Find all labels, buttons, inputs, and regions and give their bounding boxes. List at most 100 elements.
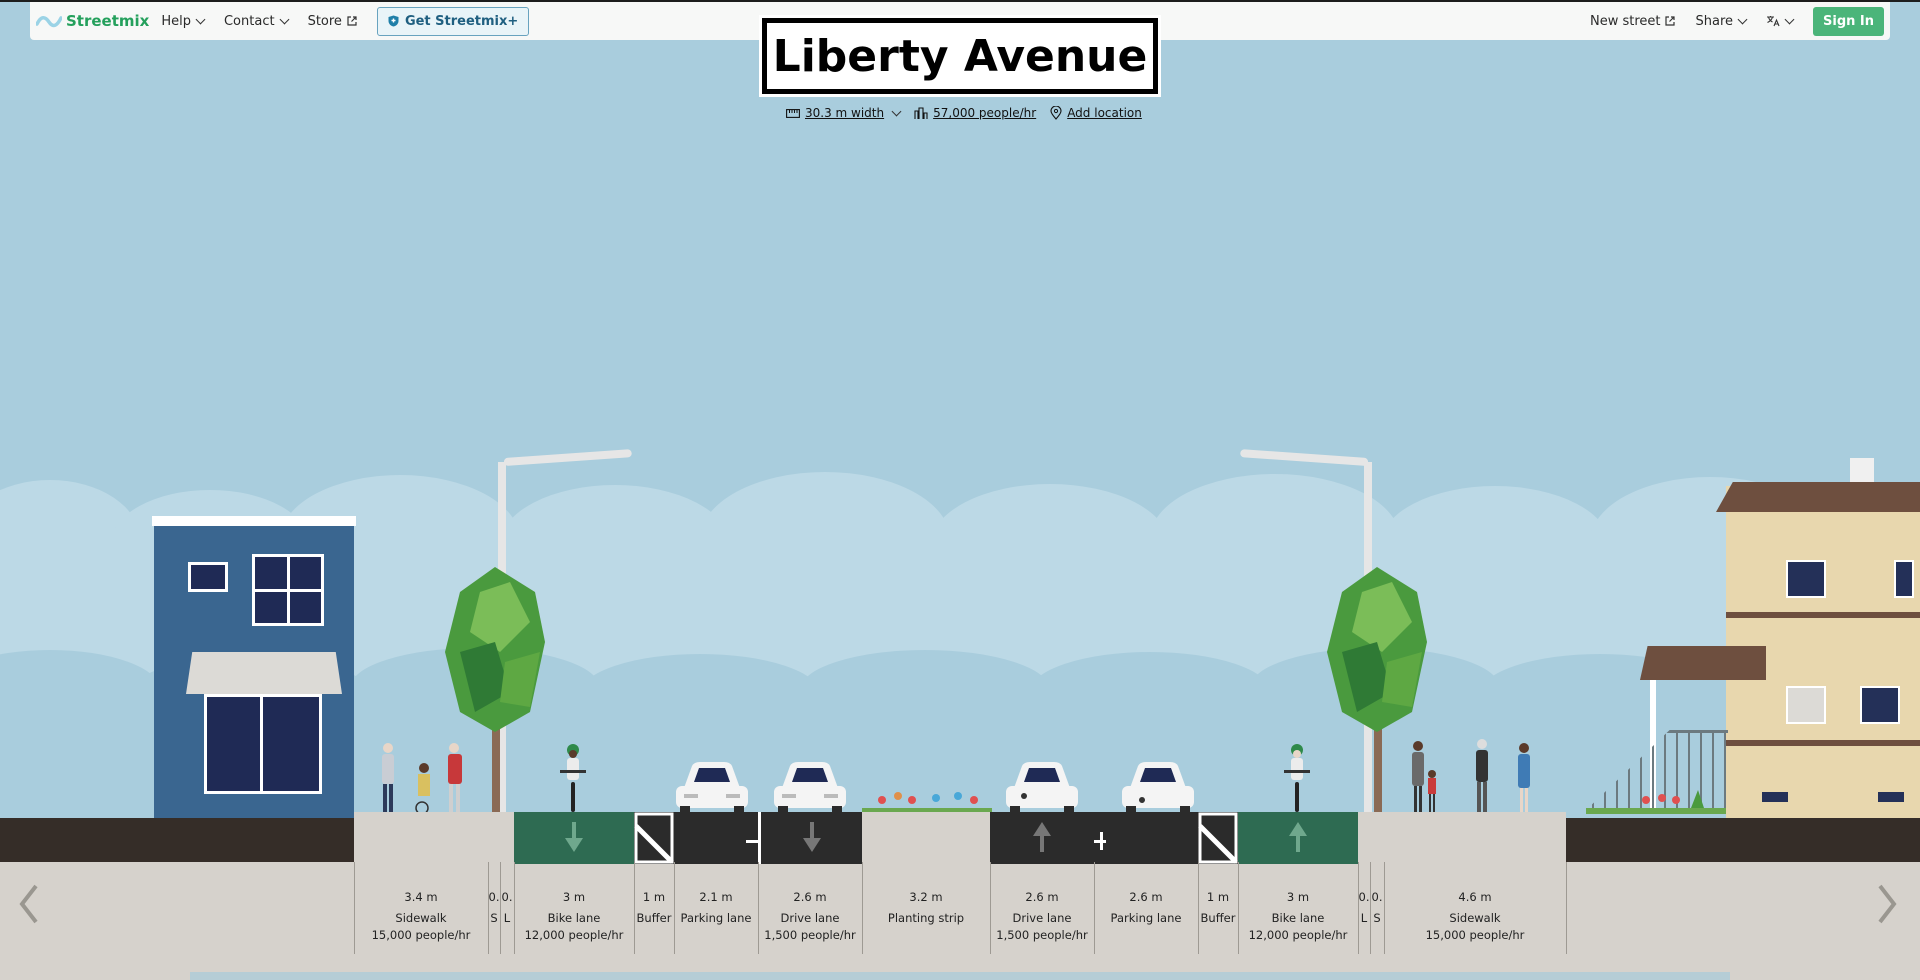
segment-width: 3.2 m bbox=[909, 890, 943, 904]
segment-label-buffer-right[interactable]: 1 m Buffer bbox=[1198, 862, 1238, 957]
segment-width: 3 m bbox=[1286, 890, 1310, 904]
external-link-icon bbox=[347, 16, 357, 26]
segment-capacity: 12,000 people/hr bbox=[524, 928, 624, 942]
share-menu-label: Share bbox=[1695, 13, 1733, 29]
parked-car-right bbox=[1122, 762, 1194, 816]
segment-name: Bike lane bbox=[547, 911, 601, 925]
left-lot-ground bbox=[0, 818, 354, 864]
buffer-right-surface[interactable] bbox=[1198, 812, 1238, 864]
segment-width: 0. bbox=[488, 890, 500, 904]
people-icon bbox=[914, 106, 928, 119]
drive-car-left bbox=[774, 762, 846, 816]
segment-label-parking-right[interactable]: 2.6 m Parking lane bbox=[1094, 862, 1198, 957]
buffer-left-surface[interactable] bbox=[634, 812, 674, 864]
segment-divider bbox=[862, 862, 863, 954]
drive-lane-left-surface[interactable] bbox=[758, 812, 862, 864]
segment-label-parking-left[interactable]: 2.1 m Parking lane bbox=[674, 862, 758, 957]
segment-name: Planting strip bbox=[887, 911, 965, 925]
store-link-label: Store bbox=[307, 13, 342, 29]
segment-label-sidewalk-left[interactable]: 3.4 m Sidewalk 15,000 people/hr bbox=[354, 862, 488, 957]
ruler-icon bbox=[786, 108, 800, 118]
segment-label-planting[interactable]: 3.2 m Planting strip bbox=[862, 862, 990, 957]
segment-name: S bbox=[1373, 911, 1381, 925]
share-menu[interactable]: Share bbox=[1695, 13, 1748, 29]
chevron-down-icon bbox=[891, 106, 902, 116]
arrow-up-icon bbox=[1033, 822, 1051, 852]
segment-label-s-left[interactable]: 0. S bbox=[488, 862, 500, 957]
translate-icon bbox=[1767, 16, 1780, 27]
hatch-marking bbox=[1198, 812, 1238, 864]
location-pin-icon bbox=[1050, 106, 1062, 120]
chevron-down-icon bbox=[279, 14, 290, 24]
segment-divider bbox=[488, 862, 489, 954]
segment-divider bbox=[634, 862, 635, 954]
add-location-label: Add location bbox=[1067, 106, 1142, 120]
segment-palette-strip[interactable] bbox=[190, 972, 1730, 980]
contact-menu[interactable]: Contact bbox=[224, 14, 290, 29]
drive-car-right bbox=[1006, 762, 1078, 816]
segment-label-drive-left[interactable]: 2.6 m Drive lane 1,500 people/hr bbox=[758, 862, 862, 957]
help-menu[interactable]: Help bbox=[161, 14, 206, 29]
street-capacity-value: 57,000 people/hr bbox=[933, 106, 1037, 120]
segment-label-buffer-left[interactable]: 1 m Buffer bbox=[634, 862, 674, 957]
streetmix-logo[interactable]: Streetmix bbox=[36, 12, 149, 30]
street-meta: 30.3 m width 57,000 people/hr Add locati… bbox=[786, 106, 1156, 120]
segment-name: Buffer bbox=[1200, 911, 1236, 925]
street-name-title[interactable]: Liberty Avenue bbox=[762, 18, 1158, 94]
segment-width: 3 m bbox=[562, 890, 586, 904]
segment-name: Sidewalk bbox=[395, 911, 447, 925]
external-link-icon bbox=[1665, 16, 1676, 26]
segment-divider bbox=[1566, 862, 1567, 954]
segment-divider bbox=[1094, 862, 1095, 954]
porch-roof bbox=[1640, 646, 1766, 680]
cyclist-left bbox=[560, 744, 586, 812]
street-width-value: 30.3 m width bbox=[805, 106, 885, 120]
segment-label-drive-right[interactable]: 2.6 m Drive lane 1,500 people/hr bbox=[990, 862, 1094, 957]
segment-capacity: 1,500 people/hr bbox=[996, 928, 1088, 942]
street-capacity[interactable]: 57,000 people/hr bbox=[914, 106, 1036, 120]
new-street-label: New street bbox=[1589, 13, 1661, 29]
segment-label-bike-left[interactable]: 3 m Bike lane 12,000 people/hr bbox=[514, 862, 634, 957]
sidewalk-left-surface[interactable] bbox=[354, 812, 514, 864]
segment-divider bbox=[990, 862, 991, 954]
bike-lane-left-surface[interactable] bbox=[514, 812, 634, 864]
drive-lane-right-surface[interactable] bbox=[990, 812, 1094, 864]
store-link[interactable]: Store bbox=[308, 14, 357, 29]
bike-lane-right-surface[interactable] bbox=[1238, 812, 1358, 864]
language-menu[interactable] bbox=[1766, 14, 1795, 27]
segment-divider bbox=[1384, 862, 1385, 954]
sign-in-button[interactable]: Sign In bbox=[1813, 6, 1884, 36]
brand-name: Streetmix bbox=[66, 12, 150, 30]
arrow-down-icon bbox=[802, 822, 821, 852]
planting-strip-surface[interactable] bbox=[862, 812, 990, 864]
chevron-down-icon bbox=[195, 14, 206, 24]
segment-width: 4.6 m bbox=[1458, 890, 1492, 904]
get-streetmix-plus-button[interactable]: Get Streetmix+ bbox=[376, 6, 530, 36]
segment-label-bike-right[interactable]: 3 m Bike lane 12,000 people/hr bbox=[1238, 862, 1358, 957]
parking-lane-right-surface[interactable] bbox=[1094, 812, 1198, 864]
segment-divider bbox=[1238, 862, 1239, 954]
lamp-arm-left bbox=[503, 449, 632, 466]
segment-width: 0. bbox=[1358, 890, 1370, 904]
streetmix-logo-icon bbox=[36, 16, 62, 28]
segment-capacity: 1,500 people/hr bbox=[764, 928, 856, 942]
chevron-right-icon[interactable] bbox=[1872, 880, 1902, 928]
segment-name: Bike lane bbox=[1271, 911, 1325, 925]
sidewalk-right-surface[interactable] bbox=[1358, 812, 1566, 864]
segment-label-sidewalk-right[interactable]: 4.6 m Sidewalk 15,000 people/hr bbox=[1384, 862, 1566, 957]
segment-name: Parking lane bbox=[680, 911, 752, 925]
segment-label-l-left[interactable]: 0. L bbox=[500, 862, 514, 957]
street-width-control[interactable]: 30.3 m width bbox=[786, 106, 902, 120]
chevron-left-icon[interactable] bbox=[14, 880, 44, 928]
shield-plus-icon bbox=[388, 15, 399, 27]
yard-flowers bbox=[1586, 790, 1726, 814]
segment-width: 1 m bbox=[1206, 890, 1230, 904]
segment-capacity: 12,000 people/hr bbox=[1248, 928, 1348, 942]
segment-label-l-right[interactable]: 0. L bbox=[1358, 862, 1370, 957]
new-street-link[interactable]: New street bbox=[1590, 14, 1676, 29]
segment-name: Buffer bbox=[636, 911, 672, 925]
segment-name: S bbox=[490, 911, 498, 925]
add-location-link[interactable]: Add location bbox=[1050, 106, 1142, 120]
segment-label-s-right[interactable]: 0. S bbox=[1370, 862, 1384, 957]
parking-lane-left-surface[interactable] bbox=[674, 812, 758, 864]
